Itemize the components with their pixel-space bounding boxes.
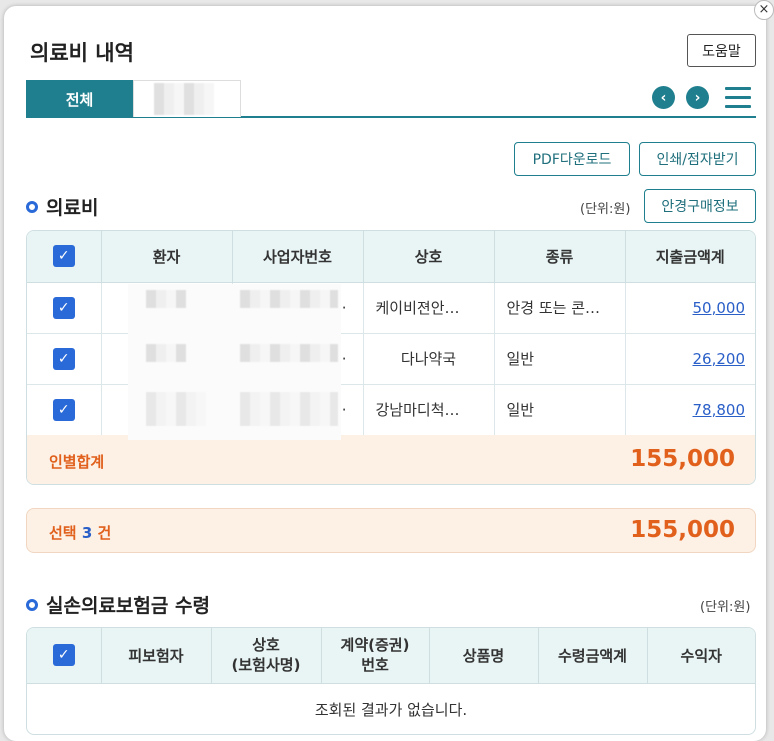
empty-message: 조회된 결과가 없습니다. xyxy=(314,700,468,719)
subtotal-row: 인별합계 155,000 xyxy=(27,435,755,484)
section-medical-title: 의료비 xyxy=(26,193,98,220)
selection-total: 155,000 xyxy=(630,517,735,543)
prev-button[interactable]: ‹ xyxy=(652,86,675,109)
bullet-icon xyxy=(26,599,38,611)
glasses-info-button[interactable]: 안경구매정보 xyxy=(644,189,756,223)
selection-count: 선택 3 건 xyxy=(49,524,112,542)
redacted-block xyxy=(146,392,206,426)
header-checkbox-cell: ✓ xyxy=(27,628,102,684)
select-all-checkbox[interactable]: ✓ xyxy=(52,245,75,268)
store-name: 강남마디척… xyxy=(363,384,495,436)
redacted-block xyxy=(146,290,186,308)
expense-type: 안경 또는 콘… xyxy=(494,282,626,334)
pdf-download-button[interactable]: PDF다운로드 xyxy=(514,142,630,176)
expense-type: 일반 xyxy=(494,333,626,385)
menu-icon[interactable] xyxy=(725,87,751,109)
redacted-tab-label xyxy=(154,83,214,115)
dialog-window: 의료비 내역 도움말 전체 ‹ › PDF다운로드 인쇄/점자받기 의료비 (단… xyxy=(4,6,766,741)
header-store: 상호 xyxy=(363,231,495,283)
row-checkbox[interactable]: ✓ xyxy=(52,398,75,421)
header-contract-no: 계약(증권) 번호 xyxy=(321,628,430,684)
next-button[interactable]: › xyxy=(686,86,709,109)
tab-bar: 전체 xyxy=(26,80,756,118)
redacted-block xyxy=(240,344,338,362)
redacted-overlay xyxy=(128,284,341,440)
tab-person[interactable] xyxy=(133,80,241,117)
header-beneficiary: 수익자 xyxy=(647,628,755,684)
section-insurance-title: 실손의료보험금 수령 xyxy=(26,591,210,618)
header-checkbox-cell: ✓ xyxy=(27,231,102,283)
help-button[interactable]: 도움말 xyxy=(687,34,756,67)
redacted-block xyxy=(240,392,338,426)
insurance-table: ✓ 피보험자 상호 (보험사명) 계약(증권) 번호 상품명 수령금액계 수익자… xyxy=(26,627,756,735)
amount-link[interactable]: 26,200 xyxy=(693,350,746,368)
amount-link[interactable]: 78,800 xyxy=(693,401,746,419)
header-type: 종류 xyxy=(494,231,626,283)
row-checkbox[interactable]: ✓ xyxy=(52,347,75,370)
redacted-block xyxy=(146,344,186,362)
header-amount: 지출금액계 xyxy=(625,231,755,283)
unit-label: (단위:원) xyxy=(580,202,631,217)
print-braille-button[interactable]: 인쇄/점자받기 xyxy=(639,142,756,176)
page-title: 의료비 내역 xyxy=(30,41,134,65)
bullet-icon xyxy=(26,201,38,213)
unit-label: (단위:원) xyxy=(700,600,751,615)
header-received-amount: 수령금액계 xyxy=(538,628,648,684)
select-all-checkbox[interactable]: ✓ xyxy=(52,644,75,667)
header-bizno: 사업자번호 xyxy=(232,231,364,283)
selection-summary: 선택 3 건 155,000 xyxy=(26,508,756,553)
row-checkbox[interactable]: ✓ xyxy=(52,296,75,319)
redacted-block xyxy=(240,290,338,308)
header-insured: 피보험자 xyxy=(101,628,212,684)
tab-all[interactable]: 전체 xyxy=(26,80,133,118)
header-product: 상품명 xyxy=(429,628,539,684)
amount-link[interactable]: 50,000 xyxy=(693,299,746,317)
expense-type: 일반 xyxy=(494,384,626,436)
store-name: 케이비젼안… xyxy=(363,282,495,334)
subtotal-label: 인별합계 xyxy=(49,453,105,471)
store-name: 다나약국 xyxy=(363,333,495,385)
subtotal-value: 155,000 xyxy=(630,446,735,472)
header-insurer: 상호 (보험사명) xyxy=(211,628,322,684)
header-patient: 환자 xyxy=(101,231,233,283)
close-button[interactable]: × xyxy=(754,0,774,20)
